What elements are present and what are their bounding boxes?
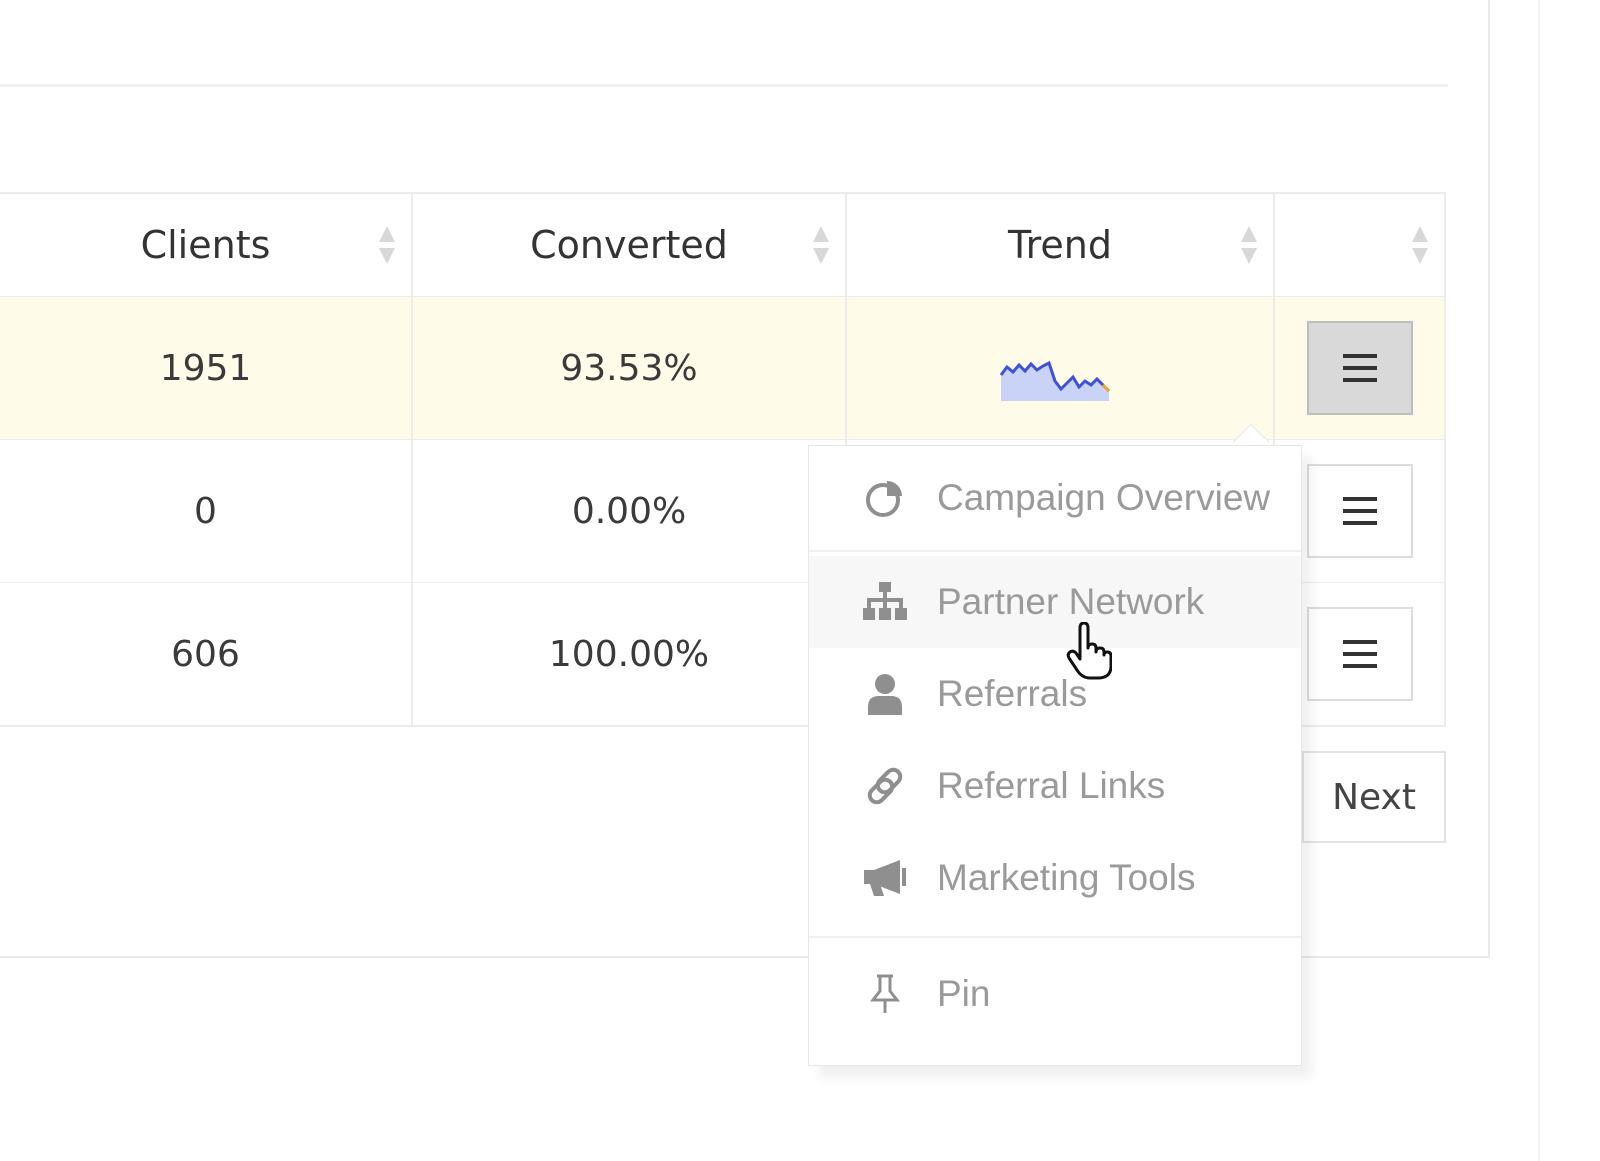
converted-value: 93.53%	[560, 347, 698, 389]
menu-item-pin[interactable]: Pin	[809, 948, 1301, 1040]
menu-divider	[809, 936, 1301, 938]
column-header-label: Trend	[1008, 223, 1112, 267]
converted-value: 0.00%	[571, 490, 687, 532]
converted-cell: 100.00%	[413, 583, 847, 725]
sort-icon[interactable]	[377, 226, 397, 264]
menu-item-marketing-tools[interactable]: Marketing Tools	[809, 832, 1301, 924]
pie-chart-icon	[855, 477, 915, 519]
menu-item-label: Marketing Tools	[937, 857, 1196, 898]
hamburger-icon	[1342, 640, 1377, 668]
row-menu-button[interactable]	[1306, 464, 1413, 558]
clients-value: 1951	[159, 347, 252, 389]
column-header-converted[interactable]: Converted	[413, 194, 847, 296]
menu-item-campaign-overview[interactable]: Campaign Overview	[809, 454, 1301, 542]
column-header-label: Clients	[140, 223, 271, 267]
hamburger-icon	[1342, 497, 1377, 525]
table-row[interactable]: 1951 93.53%	[0, 297, 1444, 440]
actions-cell	[1275, 297, 1444, 439]
megaphone-icon	[855, 858, 915, 898]
clients-value: 606	[171, 633, 240, 675]
menu-item-label: Partner Network	[937, 581, 1205, 622]
clients-cell: 0	[0, 440, 413, 582]
menu-item-referrals[interactable]: Referrals	[809, 648, 1301, 740]
user-icon	[855, 673, 915, 715]
row-menu-button[interactable]	[1306, 321, 1413, 415]
clients-value: 0	[194, 490, 217, 532]
converted-cell: 93.53%	[413, 297, 847, 439]
menu-item-label: Campaign Overview	[937, 477, 1271, 518]
link-icon	[855, 765, 915, 807]
menu-divider	[809, 550, 1301, 552]
sort-icon[interactable]	[1410, 226, 1430, 264]
table-header-row: Clients Converted Trend	[0, 194, 1444, 297]
sort-icon[interactable]	[1239, 226, 1259, 264]
sort-icon[interactable]	[811, 226, 831, 264]
column-header-label: Converted	[530, 223, 728, 267]
trend-cell	[847, 297, 1275, 439]
column-header-actions[interactable]	[1275, 194, 1444, 296]
menu-item-referral-links[interactable]: Referral Links	[809, 740, 1301, 832]
converted-cell: 0.00%	[413, 440, 847, 582]
menu-item-label: Referral Links	[937, 765, 1166, 806]
column-header-trend[interactable]: Trend	[847, 194, 1275, 296]
next-page-button[interactable]: Next	[1302, 751, 1446, 843]
sitemap-icon	[855, 582, 915, 622]
hamburger-icon	[1342, 354, 1377, 382]
section-divider	[0, 84, 1448, 87]
row-actions-dropdown: Campaign Overview Partner Network Referr…	[808, 445, 1302, 1066]
menu-item-partner-network[interactable]: Partner Network	[809, 556, 1301, 648]
menu-item-label: Referrals	[937, 673, 1088, 714]
menu-item-label: Pin	[937, 973, 991, 1014]
clients-cell: 606	[0, 583, 413, 725]
pin-icon	[855, 973, 915, 1015]
converted-value: 100.00%	[548, 633, 710, 675]
column-header-clients[interactable]: Clients	[0, 194, 413, 296]
row-menu-button[interactable]	[1306, 607, 1413, 701]
clients-cell: 1951	[0, 297, 413, 439]
page-edge-divider	[1538, 0, 1540, 1161]
trend-sparkline	[999, 360, 1111, 401]
